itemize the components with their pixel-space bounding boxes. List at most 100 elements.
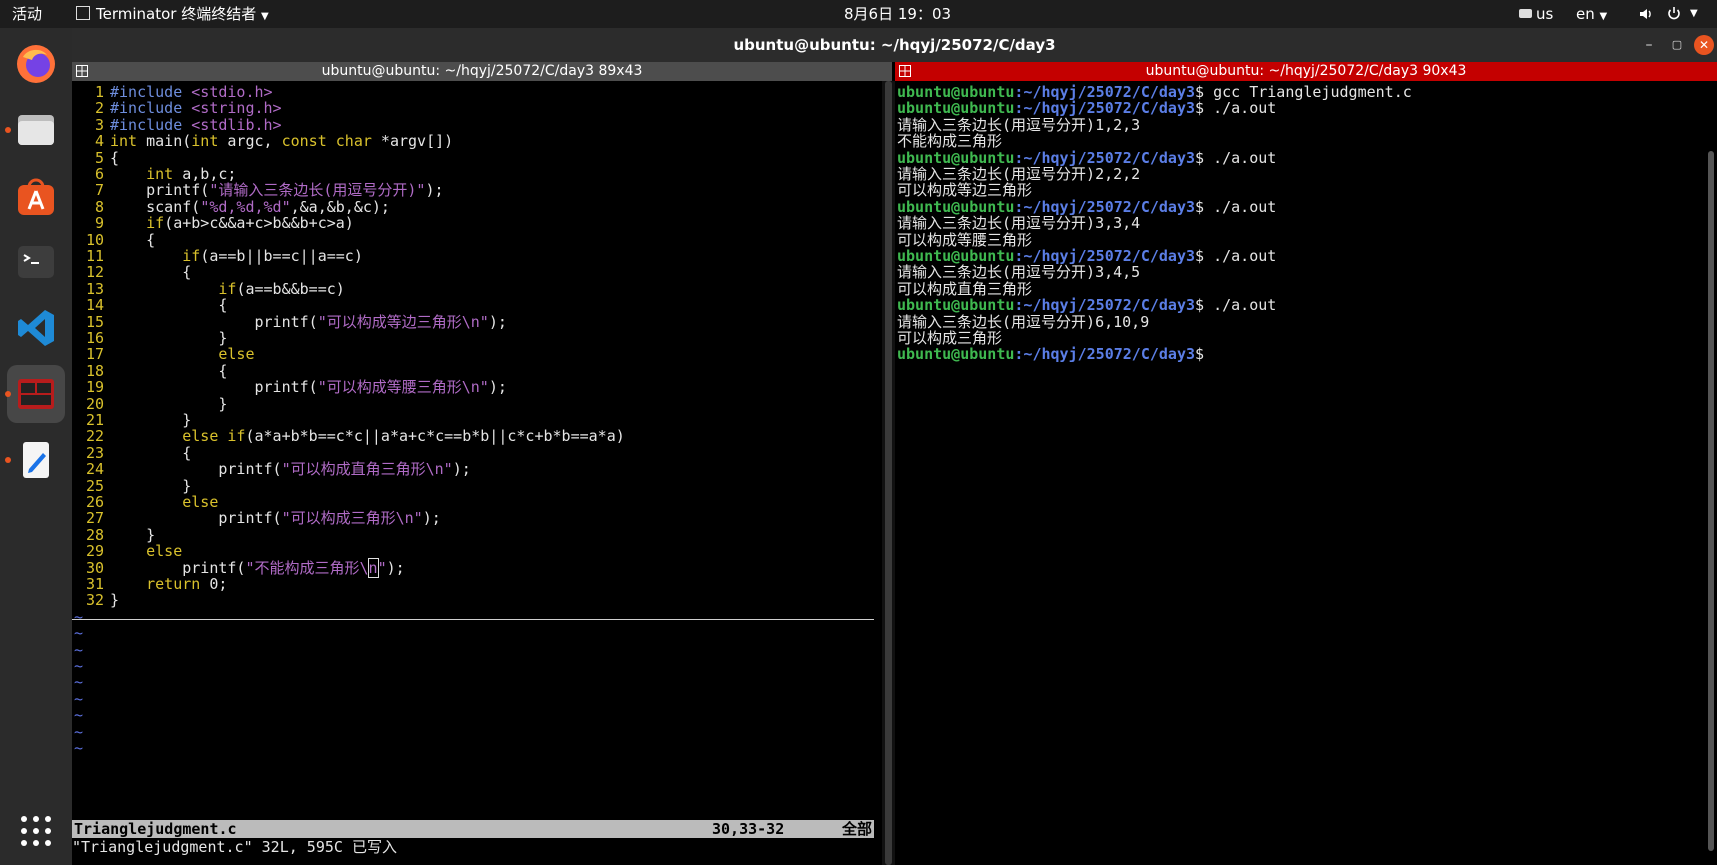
code-token: {	[110, 361, 228, 380]
pane-splitter[interactable]	[882, 81, 895, 865]
terminator-small-icon	[76, 6, 90, 20]
code-line[interactable]: 29 else	[72, 542, 182, 560]
code-line[interactable]: 15 printf("可以构成等边三角形\n");	[72, 313, 507, 331]
language-indicator[interactable]: en ▼	[1576, 0, 1607, 28]
line-number: 14	[85, 296, 104, 315]
activities-button[interactable]: 活动	[12, 0, 42, 28]
code-line[interactable]: 1 #include <stdio.h>	[72, 83, 273, 101]
dock-item-files[interactable]	[5, 101, 65, 159]
code-token: );	[386, 558, 405, 577]
code-line[interactable]: 27 printf("可以构成三角形\n");	[72, 509, 441, 527]
vim-statusline: Trianglejudgment.c 30,33-32 全部	[72, 820, 874, 838]
code-line[interactable]: 11 if(a==b||b==c||a==c)	[72, 247, 363, 265]
code-token: );	[488, 312, 507, 331]
window-title: ubuntu@ubuntu: ~/hqyj/25072/C/day3	[733, 36, 1056, 54]
line-number: 30	[85, 558, 104, 577]
code-line[interactable]: 30 printf("不能构成三角形\n");	[72, 557, 405, 578]
keyboard-indicator[interactable]: us	[1519, 0, 1553, 28]
code-line[interactable]: 2 #include <string.h>	[72, 99, 282, 117]
code-token: "	[377, 558, 387, 577]
code-line[interactable]: 28 }	[72, 526, 155, 544]
code-line[interactable]: 31 return 0;	[72, 575, 227, 593]
dock-item-terminator[interactable]	[5, 365, 65, 423]
code-token: const	[281, 132, 327, 151]
right-pane-titlebar[interactable]: ubuntu@ubuntu: ~/hqyj/25072/C/day3 90x43	[895, 62, 1717, 81]
code-token: (a==b&&b==c)	[236, 279, 345, 298]
code-line[interactable]: 14 {	[72, 296, 227, 314]
code-line[interactable]: 6 int a,b,c;	[72, 165, 236, 183]
dock-item-terminal[interactable]	[7, 233, 65, 291]
line-number: 20	[85, 394, 104, 413]
line-number: 13	[85, 279, 104, 298]
clock[interactable]: 8月6日 19：03	[844, 0, 951, 28]
code-line[interactable]: 19 printf("可以构成等腰三角形\n");	[72, 378, 507, 396]
line-number: 3	[94, 115, 104, 134]
code-line[interactable]: 20 }	[72, 395, 227, 413]
code-line[interactable]: 3 #include <stdlib.h>	[72, 116, 282, 134]
code-line[interactable]: 16 }	[72, 329, 227, 347]
terminal-prompt-line: ubuntu@ubuntu:~/hqyj/25072/C/day3$ ./a.o…	[897, 198, 1276, 216]
code-line[interactable]: 12 {	[72, 263, 191, 281]
window-titlebar[interactable]: ubuntu@ubuntu: ~/hqyj/25072/C/day3 – ▢ ✕	[72, 28, 1717, 62]
dock-item-firefox[interactable]	[7, 35, 65, 93]
line-number: 22	[85, 427, 104, 446]
code-token: );	[425, 181, 444, 200]
code-line[interactable]: 23 {	[72, 444, 191, 462]
terminal-output-line: 请输入三条边长(用逗号分开)2,2,2	[897, 165, 1141, 183]
code-line[interactable]: 26 else	[72, 493, 218, 511]
prompt-path: :~/hqyj/25072/C/day3	[1014, 148, 1196, 167]
line-number: 7	[94, 181, 104, 200]
scrollbar-thumb[interactable]	[885, 81, 892, 865]
terminator-icon	[18, 379, 54, 409]
code-line[interactable]: 17 else	[72, 345, 255, 363]
code-line[interactable]: 13 if(a==b&&b==c)	[72, 280, 345, 298]
split-grid-icon[interactable]	[76, 65, 88, 77]
code-line[interactable]: 18 {	[72, 362, 227, 380]
line-number: 4	[94, 132, 104, 151]
code-token: #include	[110, 83, 192, 101]
volume-icon[interactable]	[1638, 0, 1654, 28]
code-line[interactable]: 4 int main(int argc, const char *argv[])	[72, 132, 453, 150]
code-line[interactable]: 32}	[72, 591, 119, 609]
code-line[interactable]: 21 }	[72, 411, 191, 429]
minimize-button[interactable]: –	[1639, 35, 1659, 55]
code-token: int	[110, 132, 138, 151]
code-token: "可以构成直角三角形\n"	[281, 460, 453, 479]
code-token: argc,	[218, 132, 282, 151]
empty-line-tilde: ~	[74, 689, 84, 708]
code-line[interactable]: 24 printf("可以构成直角三角形\n");	[72, 460, 471, 478]
show-apps-button[interactable]	[7, 802, 65, 860]
running-indicator	[5, 127, 11, 133]
prompt-user: ubuntu@ubuntu	[897, 247, 1015, 265]
terminal-output[interactable]: ubuntu@ubuntu :~/hqyj/25072/C/day3 $ gcc T…	[895, 81, 1717, 865]
code-token: printf(	[110, 558, 246, 577]
code-token: "可以构成等腰三角形\n"	[317, 378, 489, 397]
code-line[interactable]: 5{	[72, 149, 119, 167]
split-grid-icon[interactable]	[899, 65, 911, 77]
app-menu[interactable]: Terminator 终端终结者 ▼	[76, 0, 269, 28]
command-text: $ gcc Trianglejudgment.c	[1195, 83, 1412, 101]
vim-editor[interactable]: 1 #include <stdio.h> 2 #include <string.h> 3…	[72, 81, 882, 865]
dock-item-app-center[interactable]	[7, 167, 65, 225]
code-line[interactable]: 22 else if(a*a+b*b==c*c||a*a+c*c==b*b||c…	[72, 427, 625, 445]
dock-item-text-editor[interactable]	[5, 431, 65, 489]
firefox-icon	[17, 45, 55, 83]
maximize-button[interactable]: ▢	[1667, 35, 1687, 55]
code-line[interactable]: 10 {	[72, 231, 155, 249]
code-token: "请输入三条边长(用逗号分开)"	[209, 181, 426, 200]
close-button[interactable]: ✕	[1694, 35, 1714, 55]
chevron-down-icon[interactable]: ▼	[1690, 0, 1698, 28]
terminal-scrollbar[interactable]	[1708, 151, 1714, 851]
left-pane-titlebar[interactable]: ubuntu@ubuntu: ~/hqyj/25072/C/day3 89x43	[72, 62, 892, 81]
code-line[interactable]: 9 if(a+b>c&&a+c>b&&b+c>a)	[72, 214, 354, 232]
code-line[interactable]: 25 }	[72, 477, 191, 495]
code-token: main(	[137, 132, 192, 151]
power-icon[interactable]	[1666, 0, 1682, 28]
prompt-user: ubuntu@ubuntu	[897, 345, 1015, 364]
code-line[interactable]: 7 printf("请输入三条边长(用逗号分开)");	[72, 181, 444, 199]
terminal-prompt-line: ubuntu@ubuntu:~/hqyj/25072/C/day3$ ./a.o…	[897, 247, 1276, 265]
dock-item-vscode[interactable]	[7, 299, 65, 357]
code-token: else if	[182, 427, 246, 446]
code-line[interactable]: 8 scanf("%d,%d,%d",&a,&b,&c);	[72, 198, 390, 216]
